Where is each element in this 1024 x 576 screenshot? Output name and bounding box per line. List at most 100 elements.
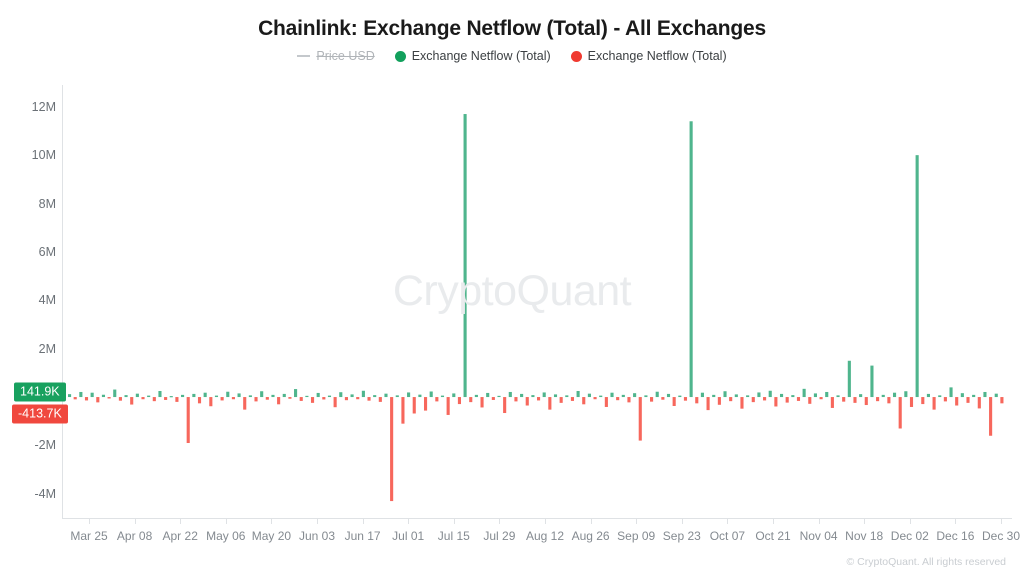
- bar[interactable]: [282, 393, 286, 398]
- bar[interactable]: [192, 393, 196, 398]
- bar[interactable]: [655, 391, 659, 398]
- bar[interactable]: [90, 392, 94, 398]
- legend-item-netflow-negative[interactable]: Exchange Netflow (Total): [570, 49, 727, 63]
- bar[interactable]: [830, 397, 834, 408]
- bar[interactable]: [700, 392, 704, 398]
- bar[interactable]: [638, 397, 642, 441]
- bar[interactable]: [469, 397, 473, 403]
- bar[interactable]: [898, 397, 902, 429]
- bar[interactable]: [339, 392, 343, 398]
- bar[interactable]: [723, 391, 727, 398]
- bar[interactable]: [299, 397, 303, 401]
- bar[interactable]: [853, 397, 857, 403]
- bar[interactable]: [955, 397, 959, 406]
- bar[interactable]: [260, 391, 264, 398]
- bar[interactable]: [395, 395, 399, 398]
- bar[interactable]: [813, 393, 817, 398]
- bar[interactable]: [785, 397, 789, 403]
- bar[interactable]: [729, 397, 733, 402]
- bar[interactable]: [604, 397, 608, 407]
- bar[interactable]: [983, 391, 987, 398]
- bar[interactable]: [446, 397, 450, 415]
- bar[interactable]: [474, 394, 478, 398]
- bar[interactable]: [666, 393, 671, 398]
- bar[interactable]: [570, 397, 575, 401]
- bar[interactable]: [576, 391, 580, 398]
- bar[interactable]: [310, 397, 315, 403]
- bar[interactable]: [435, 397, 439, 402]
- bar[interactable]: [717, 397, 721, 405]
- bar[interactable]: [277, 397, 281, 405]
- bar[interactable]: [892, 392, 897, 398]
- bar[interactable]: [316, 392, 320, 398]
- bar[interactable]: [327, 395, 332, 398]
- bar[interactable]: [158, 391, 162, 398]
- bar[interactable]: [876, 397, 880, 402]
- bar[interactable]: [248, 395, 252, 398]
- bar[interactable]: [141, 397, 145, 400]
- bar[interactable]: [531, 395, 535, 398]
- bar[interactable]: [796, 397, 801, 401]
- bar[interactable]: [440, 395, 445, 398]
- bar[interactable]: [859, 394, 863, 398]
- bar[interactable]: [361, 390, 365, 398]
- bar[interactable]: [491, 397, 495, 400]
- bar[interactable]: [542, 392, 546, 398]
- bar[interactable]: [791, 395, 795, 398]
- bar[interactable]: [836, 395, 840, 398]
- bar[interactable]: [904, 391, 908, 398]
- bar[interactable]: [537, 397, 541, 401]
- bar[interactable]: [553, 394, 558, 398]
- bar[interactable]: [294, 389, 298, 398]
- bar[interactable]: [548, 397, 552, 410]
- bar[interactable]: [181, 394, 185, 398]
- legend-item-netflow-positive[interactable]: Exchange Netflow (Total): [394, 49, 551, 63]
- bar[interactable]: [220, 397, 224, 401]
- bar[interactable]: [559, 397, 563, 403]
- bar[interactable]: [73, 397, 77, 400]
- bar[interactable]: [452, 393, 456, 398]
- bar[interactable]: [881, 394, 885, 398]
- bar[interactable]: [887, 397, 891, 404]
- bar[interactable]: [966, 397, 970, 403]
- bar[interactable]: [921, 397, 925, 405]
- bar[interactable]: [751, 397, 755, 403]
- bar[interactable]: [825, 391, 829, 398]
- bar[interactable]: [130, 397, 134, 405]
- bar[interactable]: [254, 397, 258, 402]
- bar[interactable]: [486, 392, 490, 398]
- bar[interactable]: [271, 394, 275, 398]
- bar[interactable]: [864, 397, 868, 406]
- bar[interactable]: [209, 397, 213, 407]
- bar[interactable]: [870, 365, 874, 398]
- bar[interactable]: [949, 387, 953, 398]
- bar[interactable]: [169, 396, 173, 398]
- bar[interactable]: [147, 395, 151, 398]
- bar[interactable]: [390, 397, 394, 502]
- bar[interactable]: [79, 391, 83, 398]
- bar[interactable]: [101, 394, 106, 398]
- bar[interactable]: [322, 397, 326, 400]
- bar[interactable]: [480, 397, 484, 408]
- bar[interactable]: [599, 395, 603, 398]
- bar[interactable]: [695, 397, 699, 404]
- bar[interactable]: [124, 395, 128, 398]
- bar[interactable]: [757, 392, 761, 398]
- bar[interactable]: [265, 397, 269, 400]
- bar[interactable]: [616, 397, 620, 401]
- bar[interactable]: [356, 397, 360, 400]
- bar[interactable]: [706, 397, 710, 411]
- bar[interactable]: [768, 390, 772, 398]
- bar[interactable]: [847, 360, 851, 398]
- bar[interactable]: [107, 397, 111, 399]
- bar[interactable]: [407, 392, 411, 398]
- bar[interactable]: [819, 397, 823, 400]
- bar[interactable]: [175, 397, 179, 402]
- bar[interactable]: [203, 392, 207, 398]
- bar[interactable]: [943, 397, 947, 402]
- bar[interactable]: [763, 397, 767, 401]
- bar[interactable]: [644, 395, 648, 398]
- bar[interactable]: [378, 397, 382, 402]
- bar[interactable]: [164, 397, 168, 400]
- bar[interactable]: [214, 395, 219, 398]
